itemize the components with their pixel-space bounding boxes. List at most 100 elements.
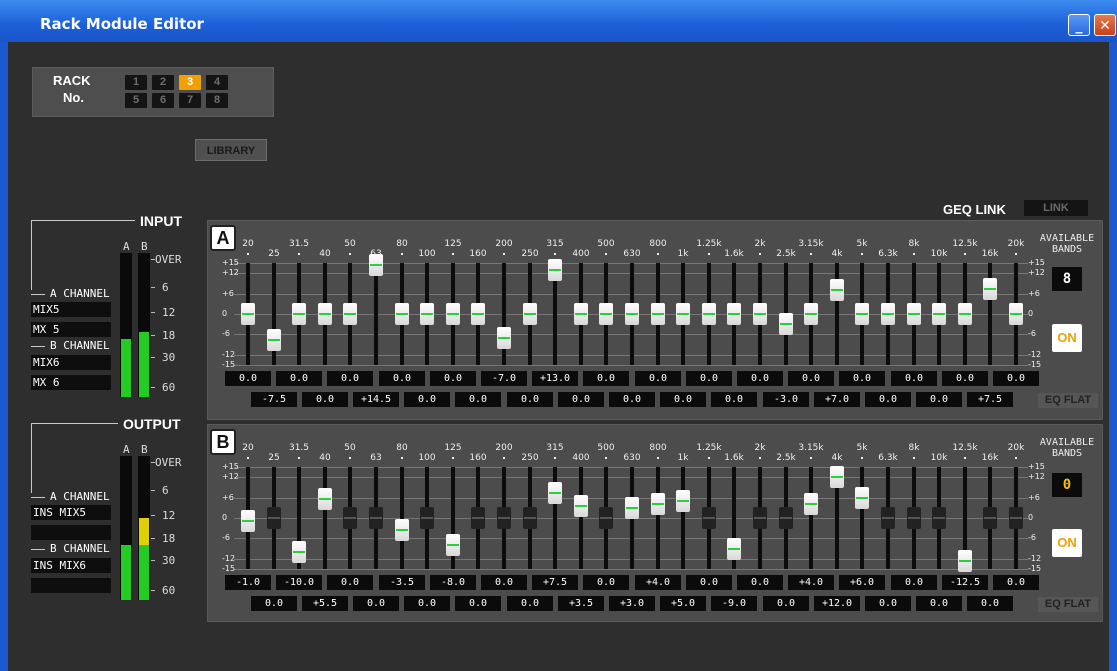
- geq-b-fader-knob[interactable]: [471, 507, 485, 529]
- geq-a-fader-knob[interactable]: [267, 329, 281, 351]
- rack-button-7[interactable]: 7: [179, 93, 201, 108]
- geq-a-on-button[interactable]: ON: [1052, 324, 1082, 352]
- geq-a-fader-knob[interactable]: [804, 303, 818, 325]
- geq-b-fader-knob[interactable]: [651, 493, 665, 515]
- geq-a-fader-knob[interactable]: [779, 313, 793, 335]
- geq-b-fader-knob[interactable]: [343, 507, 357, 529]
- geq-a-fader-knob[interactable]: [625, 303, 639, 325]
- geq-b-fader-knob[interactable]: [599, 507, 613, 529]
- geq-a-fader-knob[interactable]: [958, 303, 972, 325]
- close-button[interactable]: ✕: [1094, 14, 1116, 36]
- rack-button-6[interactable]: 6: [152, 93, 174, 108]
- geq-a-fader-knob[interactable]: [241, 303, 255, 325]
- geq-b-fader-knob[interactable]: [548, 482, 562, 504]
- geq-b-freq-label: 12.5k: [952, 443, 978, 453]
- geq-b-fader-knob[interactable]: [932, 507, 946, 529]
- geq-a-fader-knob[interactable]: [907, 303, 921, 325]
- geq-b-fader-knob[interactable]: [881, 507, 895, 529]
- geq-b-fader-knob[interactable]: [676, 490, 690, 512]
- geq-a-fader-knob[interactable]: [676, 303, 690, 325]
- geq-a-gain-value: +7.0: [814, 392, 860, 407]
- output-b-channel-value-2: [31, 578, 111, 593]
- geq-a-fader-knob[interactable]: [727, 303, 741, 325]
- geq-b-fader-knob[interactable]: [241, 510, 255, 532]
- geq-b-gain-value: 0.0: [583, 575, 629, 590]
- geq-a-gain-value: 0.0: [839, 371, 885, 386]
- geq-b-fader-knob[interactable]: [420, 507, 434, 529]
- geq-a-fader-knob[interactable]: [369, 254, 383, 276]
- geq-b-fader-knob[interactable]: [727, 538, 741, 560]
- geq-a-fader-knob[interactable]: [497, 327, 511, 349]
- geq-a-freq-label: 25: [268, 249, 280, 259]
- geq-b-freq-label: 250: [521, 453, 539, 463]
- geq-b-eq-flat-button[interactable]: EQ FLAT: [1038, 597, 1098, 612]
- geq-a-fader-knob[interactable]: [932, 303, 946, 325]
- geq-a-fader-knob[interactable]: [753, 303, 767, 325]
- geq-a-fader-knob[interactable]: [1009, 303, 1023, 325]
- geq-b-fader-knob[interactable]: [625, 497, 639, 519]
- geq-b-fader-knob[interactable]: [369, 507, 383, 529]
- geq-b-fader-knob[interactable]: [292, 541, 306, 563]
- geq-a-fader-knob[interactable]: [523, 303, 537, 325]
- geq-b-fader-knob[interactable]: [958, 550, 972, 572]
- geq-a-fader-knob[interactable]: [343, 303, 357, 325]
- geq-b-fader-knob[interactable]: [983, 507, 997, 529]
- rack-button-4[interactable]: 4: [206, 75, 228, 90]
- geq-b-fader-knob[interactable]: [855, 487, 869, 509]
- geq-a-db-label-left: +15: [222, 258, 239, 267]
- geq-a-freq-label: 50: [344, 239, 356, 249]
- geq-a-fader-knob[interactable]: [420, 303, 434, 325]
- geq-a-gain-value: 0.0: [788, 371, 834, 386]
- rack-button-5[interactable]: 5: [125, 93, 147, 108]
- geq-a-fader-knob[interactable]: [574, 303, 588, 325]
- geq-b-fader-knob-mark: [268, 517, 280, 519]
- geq-a-fader-knob[interactable]: [318, 303, 332, 325]
- geq-b-fader-knob[interactable]: [779, 507, 793, 529]
- geq-a-fader-knob[interactable]: [855, 303, 869, 325]
- geq-a-fader-knob[interactable]: [292, 303, 306, 325]
- geq-b-gain-value: -10.0: [276, 575, 322, 590]
- rack-button-2[interactable]: 2: [152, 75, 174, 90]
- geq-b-fader-knob[interactable]: [497, 507, 511, 529]
- rack-button-1[interactable]: 1: [125, 75, 147, 90]
- geq-b-fader-knob[interactable]: [907, 507, 921, 529]
- geq-b-gain-value: +4.0: [635, 575, 681, 590]
- geq-a-eq-flat-button[interactable]: EQ FLAT: [1038, 393, 1098, 408]
- minimize-button[interactable]: _: [1068, 14, 1090, 36]
- geq-a-fader-knob[interactable]: [702, 303, 716, 325]
- geq-a-fader-knob[interactable]: [983, 278, 997, 300]
- geq-a-fader-knob[interactable]: [881, 303, 895, 325]
- geq-b-fader-knob[interactable]: [446, 534, 460, 556]
- geq-a-fader-knob[interactable]: [651, 303, 665, 325]
- geq-a-fader-knob[interactable]: [395, 303, 409, 325]
- geq-a-fader-knob[interactable]: [446, 303, 460, 325]
- geq-b-fader-knob[interactable]: [395, 519, 409, 541]
- geq-b-fader-knob[interactable]: [753, 507, 767, 529]
- geq-b-fader-knob[interactable]: [1009, 507, 1023, 529]
- link-button[interactable]: LINK: [1024, 200, 1088, 216]
- geq-a-db-label-left: -12: [222, 350, 236, 359]
- geq-b-fader-knob[interactable]: [804, 493, 818, 515]
- geq-a-fader-knob[interactable]: [599, 303, 613, 325]
- geq-b-db-label-left: -12: [222, 554, 236, 563]
- geq-a-fader-knob[interactable]: [471, 303, 485, 325]
- geq-b-fader-knob[interactable]: [523, 507, 537, 529]
- rack-button-3[interactable]: 3: [179, 75, 201, 90]
- geq-a-db-label-left: 0: [222, 309, 228, 318]
- output-b-channel-label: B CHANNEL: [50, 542, 110, 555]
- geq-b-fader-knob[interactable]: [318, 488, 332, 510]
- geq-b-fader-knob[interactable]: [267, 507, 281, 529]
- geq-b-on-button[interactable]: ON: [1052, 529, 1082, 557]
- geq-b-fader-knob[interactable]: [574, 495, 588, 517]
- geq-a-gain-value: 0.0: [942, 371, 988, 386]
- geq-b-fader-knob[interactable]: [830, 466, 844, 488]
- geq-a-fader-knob[interactable]: [830, 279, 844, 301]
- rack-button-8[interactable]: 8: [206, 93, 228, 108]
- geq-a-freq-label: 10k: [930, 249, 948, 259]
- window-title: Rack Module Editor: [40, 15, 204, 33]
- geq-b-fader-knob[interactable]: [702, 507, 716, 529]
- geq-b-freq-label: 8k: [908, 443, 920, 453]
- geq-a-fader-knob[interactable]: [548, 259, 562, 281]
- geq-b-freq-dot: [298, 457, 300, 459]
- library-button[interactable]: LIBRARY: [195, 139, 267, 161]
